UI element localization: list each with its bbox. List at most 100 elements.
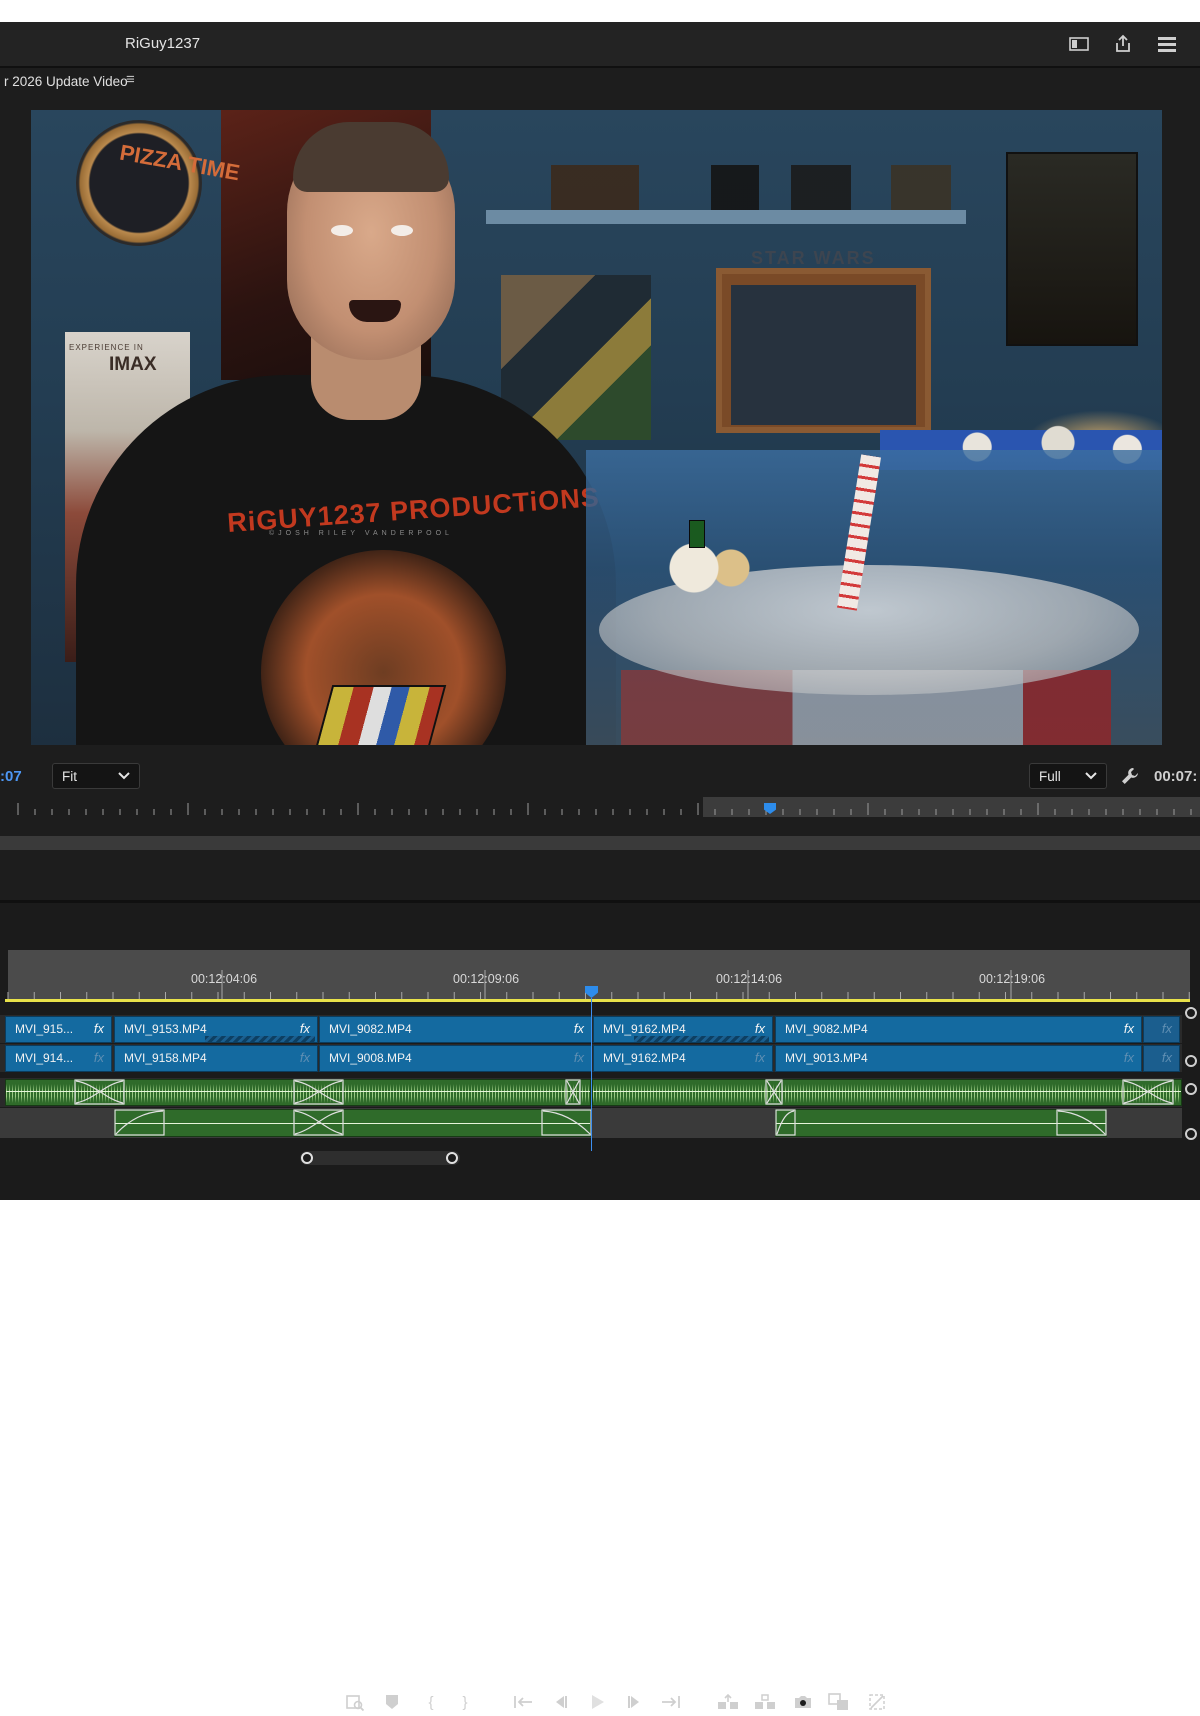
video-clip[interactable]: MVI_914... fx bbox=[5, 1045, 112, 1072]
ruler-timecode: 00:12:09:06 bbox=[453, 972, 520, 986]
popcorn-kernel bbox=[659, 535, 759, 595]
person-eye-right bbox=[391, 225, 413, 236]
person-mouth bbox=[349, 300, 401, 322]
program-monitor-header: r 2026 Update Video ≡ bbox=[0, 68, 1200, 96]
transport-controls: { } bbox=[0, 852, 1200, 1711]
clip-name: MVI_9008.MP4 bbox=[329, 1051, 412, 1065]
cross-fade-transition[interactable] bbox=[775, 1109, 796, 1136]
track-scroll-handle[interactable] bbox=[1185, 1128, 1197, 1140]
fx-badge-icon[interactable]: fx bbox=[1124, 1050, 1134, 1065]
program-monitor-video-frame[interactable]: PIZZA TIME EXPERIENCE IN IMAX STAR WARS … bbox=[31, 110, 1162, 745]
sequence-tab[interactable]: r 2026 Update Video bbox=[4, 74, 128, 89]
clip-name: MVI_915... bbox=[15, 1022, 74, 1036]
fx-badge-icon[interactable]: fx bbox=[1162, 1021, 1172, 1036]
extract-icon[interactable] bbox=[751, 1688, 779, 1716]
premiere-app: RiGuy1237 r 2026 Update Video ≡ PIZZA TI… bbox=[0, 22, 1200, 1711]
track-scroll-handle[interactable] bbox=[1185, 1083, 1197, 1095]
video-clip[interactable]: fx bbox=[1143, 1016, 1180, 1043]
proxy-toggle-icon[interactable] bbox=[863, 1688, 891, 1716]
zoom-level-select[interactable]: Fit bbox=[52, 763, 140, 789]
fx-badge-icon[interactable]: fx bbox=[755, 1021, 765, 1036]
fx-badge-icon[interactable]: fx bbox=[94, 1050, 104, 1065]
video-clip[interactable]: MVI_9158.MP4 fx bbox=[114, 1045, 318, 1072]
work-area-bar[interactable] bbox=[5, 999, 1190, 1002]
cross-fade-transition[interactable] bbox=[1056, 1109, 1107, 1136]
wrench-settings-icon[interactable] bbox=[1120, 766, 1142, 788]
playhead-timecode[interactable]: :07 bbox=[0, 768, 22, 785]
clip-name: MVI_9082.MP4 bbox=[329, 1022, 412, 1036]
panel-menu-icon[interactable]: ≡ bbox=[126, 71, 135, 88]
add-marker-find-icon[interactable] bbox=[341, 1688, 369, 1716]
clip-name: MVI_9153.MP4 bbox=[124, 1022, 207, 1036]
playback-resolution-value: Full bbox=[1039, 769, 1061, 784]
video-clip[interactable]: MVI_9153.MP4 fx bbox=[114, 1016, 318, 1043]
person-eye-left bbox=[331, 225, 353, 236]
ruler-timecode: 00:12:04:06 bbox=[191, 972, 258, 986]
scrollbar-handle-right[interactable] bbox=[446, 1152, 458, 1164]
mark-in-icon[interactable]: { bbox=[417, 1688, 445, 1716]
workspace-panel-icon[interactable] bbox=[1066, 32, 1092, 56]
mark-out-icon[interactable]: } bbox=[451, 1688, 479, 1716]
camera-export-frame-icon[interactable] bbox=[789, 1688, 817, 1716]
step-forward-icon[interactable] bbox=[620, 1688, 648, 1716]
shirt-subtitle: ©JOSH RILEY VANDERPOOL bbox=[269, 530, 453, 537]
video-clip[interactable]: MVI_9082.MP4 fx bbox=[319, 1016, 592, 1043]
video-clip[interactable]: MVI_9082.MP4 fx bbox=[775, 1016, 1142, 1043]
timeline-playhead-line bbox=[591, 998, 592, 1151]
video-clip[interactable]: MVI_9013.MP4 fx bbox=[775, 1045, 1142, 1072]
timeline-zoom-scrollbar[interactable] bbox=[300, 1151, 460, 1165]
play-icon[interactable] bbox=[583, 1688, 611, 1716]
fx-badge-icon[interactable]: fx bbox=[574, 1021, 584, 1036]
chevron-down-icon bbox=[117, 769, 131, 786]
track-scroll-handle[interactable] bbox=[1185, 1007, 1197, 1019]
step-back-icon[interactable] bbox=[547, 1688, 575, 1716]
cabinet-interior bbox=[731, 285, 916, 425]
fx-badge-icon[interactable]: fx bbox=[1124, 1021, 1134, 1036]
render-hatch bbox=[205, 1036, 315, 1042]
render-hatch bbox=[634, 1036, 769, 1042]
wall-shelf bbox=[486, 210, 966, 224]
clip-name: MVI_9082.MP4 bbox=[785, 1022, 868, 1036]
comparison-view-icon[interactable] bbox=[825, 1688, 853, 1716]
monitor-time-ruler[interactable] bbox=[0, 795, 1200, 819]
person-hair bbox=[293, 122, 449, 192]
fx-badge-icon[interactable]: fx bbox=[574, 1050, 584, 1065]
fx-badge-icon[interactable]: fx bbox=[94, 1021, 104, 1036]
go-to-out-icon[interactable] bbox=[657, 1688, 685, 1716]
audio-transitions bbox=[74, 1079, 1174, 1136]
fx-badge-icon[interactable]: fx bbox=[300, 1021, 310, 1036]
cross-fade-transition[interactable] bbox=[541, 1109, 592, 1136]
share-export-icon[interactable] bbox=[1110, 32, 1136, 56]
clip-name: MVI_9162.MP4 bbox=[603, 1051, 686, 1065]
monitor-zoom-scrollbar[interactable] bbox=[0, 836, 1200, 850]
project-name: RiGuy1237 bbox=[125, 35, 201, 52]
lift-icon[interactable] bbox=[714, 1688, 742, 1716]
clip-name: MVI_9013.MP4 bbox=[785, 1051, 868, 1065]
wall-clock bbox=[76, 120, 202, 246]
fx-badge-icon[interactable]: fx bbox=[755, 1050, 765, 1065]
tiny-figure bbox=[689, 520, 705, 548]
fx-badge-icon[interactable]: fx bbox=[1162, 1050, 1172, 1065]
video-clip[interactable]: MVI_9162.MP4 fx bbox=[593, 1016, 773, 1043]
right-poster bbox=[1006, 152, 1138, 346]
cross-fade-transition[interactable] bbox=[114, 1109, 165, 1136]
chevron-down-icon bbox=[1084, 769, 1098, 786]
add-marker-icon[interactable] bbox=[378, 1688, 406, 1716]
video-clip[interactable]: MVI_9008.MP4 fx bbox=[319, 1045, 592, 1072]
video-clip[interactable]: MVI_915... fx bbox=[5, 1016, 112, 1043]
zoom-level-value: Fit bbox=[62, 769, 77, 784]
clip-name: MVI_9162.MP4 bbox=[603, 1022, 686, 1036]
shelf-collectibles bbox=[551, 165, 951, 213]
playback-resolution-select[interactable]: Full bbox=[1029, 763, 1107, 789]
imax-poster-title: IMAX bbox=[109, 354, 157, 375]
scrollbar-handle-left[interactable] bbox=[301, 1152, 313, 1164]
ruler-timecode: 00:12:14:06 bbox=[716, 972, 783, 986]
go-to-in-icon[interactable] bbox=[509, 1688, 537, 1716]
menu-lines-icon[interactable] bbox=[1154, 32, 1180, 56]
clip-name: MVI_9158.MP4 bbox=[124, 1051, 207, 1065]
starwars-sign: STAR WARS bbox=[751, 248, 876, 268]
video-clip[interactable]: MVI_9162.MP4 fx bbox=[593, 1045, 773, 1072]
video-clip[interactable]: fx bbox=[1143, 1045, 1180, 1072]
track-scroll-handle[interactable] bbox=[1185, 1055, 1197, 1067]
fx-badge-icon[interactable]: fx bbox=[300, 1050, 310, 1065]
